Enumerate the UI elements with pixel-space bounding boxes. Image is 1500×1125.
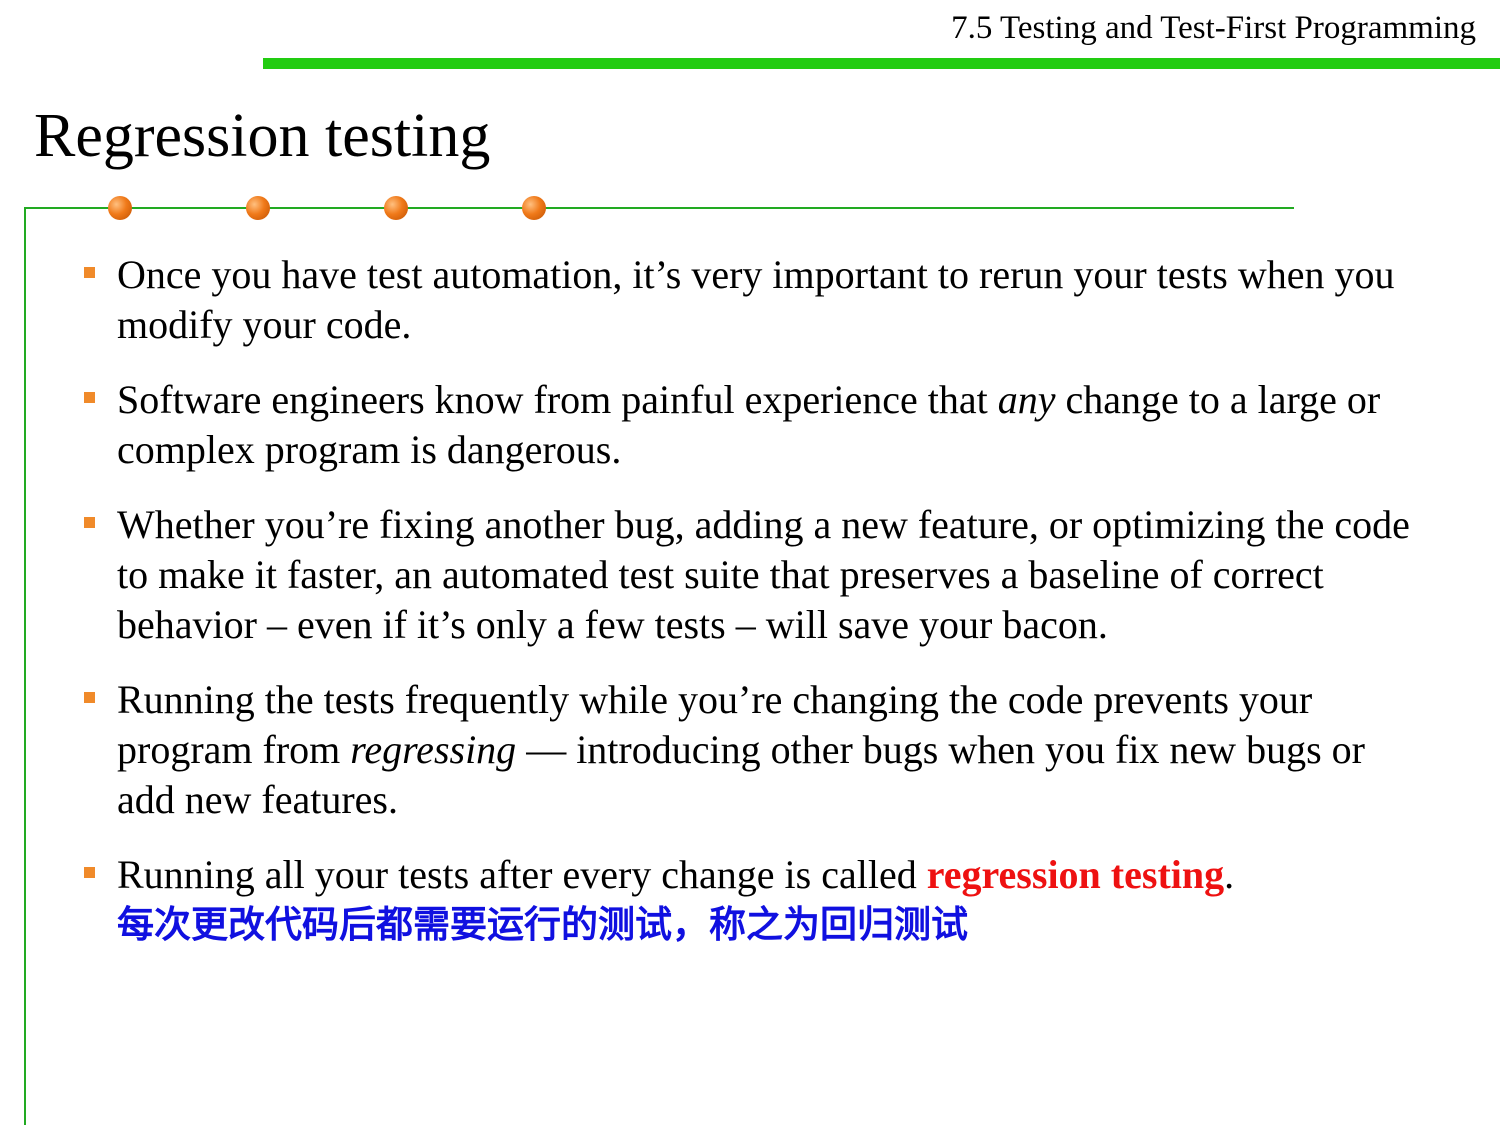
regression-testing-term: regression testing xyxy=(926,852,1225,897)
chinese-translation: 每次更改代码后都需要运行的测试，称之为回归测试 xyxy=(117,903,968,946)
bullet-text-before: Software engineers know from painful exp… xyxy=(117,377,998,422)
bullet-item-change-dangerous: Software engineers know from painful exp… xyxy=(82,375,1412,475)
bullet-square-icon xyxy=(84,867,95,878)
decorative-dot-2 xyxy=(246,196,270,220)
bullet-text: Whether you’re fixing another bug, addin… xyxy=(117,502,1410,647)
bullet-item-save-bacon: Whether you’re fixing another bug, addin… xyxy=(82,500,1412,650)
decorative-dot-3 xyxy=(384,196,408,220)
slide-title: Regression testing xyxy=(34,102,491,170)
bullet-list: Once you have test automation, it’s very… xyxy=(82,250,1412,975)
bullet-text: Once you have test automation, it’s very… xyxy=(117,252,1395,347)
bullet-text-italic: regressing xyxy=(350,727,517,772)
bullet-text-italic: any xyxy=(997,377,1056,422)
section-header: 7.5 Testing and Test-First Programming xyxy=(951,10,1476,46)
left-border-line xyxy=(24,207,26,1125)
decorative-dot-4 xyxy=(522,196,546,220)
bullet-square-icon xyxy=(84,392,95,403)
bullet-square-icon xyxy=(84,517,95,528)
bullet-text-after: . xyxy=(1224,852,1235,897)
bullet-text-before: Running all your tests after every chang… xyxy=(117,852,927,897)
bullet-item-regression-testing: Running all your tests after every chang… xyxy=(82,850,1412,950)
decorative-dot-1 xyxy=(108,196,132,220)
bullet-item-regressing: Running the tests frequently while you’r… xyxy=(82,675,1412,825)
bullet-item-rerun-tests: Once you have test automation, it’s very… xyxy=(82,250,1412,350)
bullet-square-icon xyxy=(84,692,95,703)
bullet-square-icon xyxy=(84,267,95,278)
title-divider-line xyxy=(24,207,1294,209)
header-accent-bar xyxy=(263,58,1500,69)
